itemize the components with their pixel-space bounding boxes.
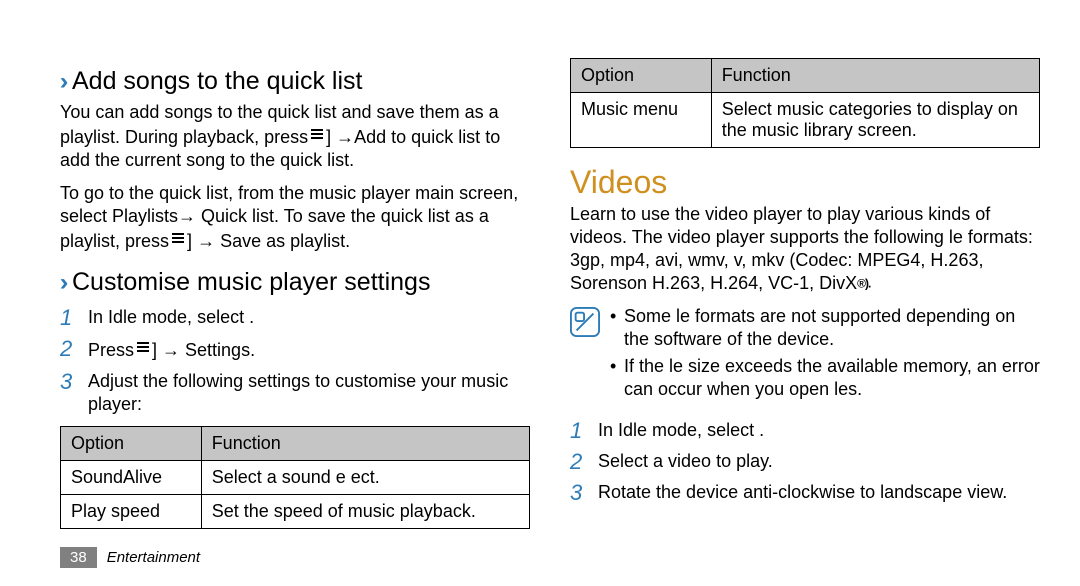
menu-icon (136, 337, 150, 360)
chevron-icon: › (60, 68, 69, 97)
heading-text: Customise music player settings (72, 268, 430, 296)
note-item: Some le formats are not supported depend… (610, 305, 1040, 355)
note-list: Some le formats are not supported depend… (610, 305, 1040, 405)
paragraph-add-songs-2: To go to the quick list, from the music … (60, 182, 530, 253)
text-segment: → Save as playlist. (192, 231, 350, 251)
left-column: ›Add songs to the quick list You can add… (60, 52, 530, 529)
td-function: Set the speed of music playback. (201, 495, 529, 529)
text-segment: → Settings. (157, 340, 255, 360)
note-item: If the le size exceeds the available mem… (610, 355, 1040, 405)
text-segment: Learn to use the video player to play va… (570, 204, 1033, 293)
td-function: Select music categories to display on th… (711, 93, 1039, 148)
steps-videos: In Idle mode, select . Select a video to… (570, 415, 1040, 508)
step-item: Select a video to play. (570, 446, 1040, 477)
table-row: Music menu Select music categories to di… (571, 93, 1040, 148)
th-option: Option (61, 427, 202, 461)
step-item: Adjust the following settings to customi… (60, 366, 530, 420)
paragraph-videos-intro: Learn to use the video player to play va… (570, 203, 1040, 295)
table-music-settings: Option Function SoundAlive Select a soun… (60, 426, 530, 529)
step-item: Rotate the device anti-clockwise to land… (570, 477, 1040, 508)
section-label: Entertainment (107, 549, 200, 566)
step-item: Press] → Settings. (60, 333, 530, 366)
page-number: 38 (60, 547, 97, 568)
chevron-icon: › (60, 269, 69, 298)
menu-icon (171, 228, 185, 251)
table-row: SoundAlive Select a sound e ect. (61, 461, 530, 495)
steps-customise: In Idle mode, select . Press] → Settings… (60, 302, 530, 420)
th-function: Function (711, 59, 1039, 93)
note-icon (570, 307, 604, 405)
registered-icon: ®). (857, 277, 870, 291)
heading-customise: ›Customise music player settings (60, 267, 530, 298)
heading-add-songs: ›Add songs to the quick list (60, 66, 530, 97)
note-box: Some le formats are not supported depend… (570, 305, 1040, 405)
th-function: Function (201, 427, 529, 461)
heading-videos: Videos (570, 164, 1040, 201)
td-option: Music menu (571, 93, 712, 148)
menu-icon (310, 124, 324, 147)
paragraph-add-songs-1: You can add songs to the quick list and … (60, 101, 530, 172)
text-segment: D (819, 273, 832, 293)
step-item: In Idle mode, select . (570, 415, 1040, 446)
td-option: Play speed (61, 495, 202, 529)
th-option: Option (571, 59, 712, 93)
table-music-menu: Option Function Music menu Select music … (570, 58, 1040, 148)
td-function: Select a sound e ect. (201, 461, 529, 495)
table-row: Play speed Set the speed of music playba… (61, 495, 530, 529)
text-segment: ivX (832, 273, 857, 293)
page-root: ›Add songs to the quick list You can add… (0, 0, 1080, 586)
td-option: SoundAlive (61, 461, 202, 495)
text-segment: Press (88, 340, 134, 360)
heading-text: Add songs to the quick list (72, 67, 362, 95)
footer: 38 Entertainment (60, 547, 200, 568)
right-column: Option Function Music menu Select music … (570, 52, 1040, 512)
step-item: In Idle mode, select . (60, 302, 530, 333)
